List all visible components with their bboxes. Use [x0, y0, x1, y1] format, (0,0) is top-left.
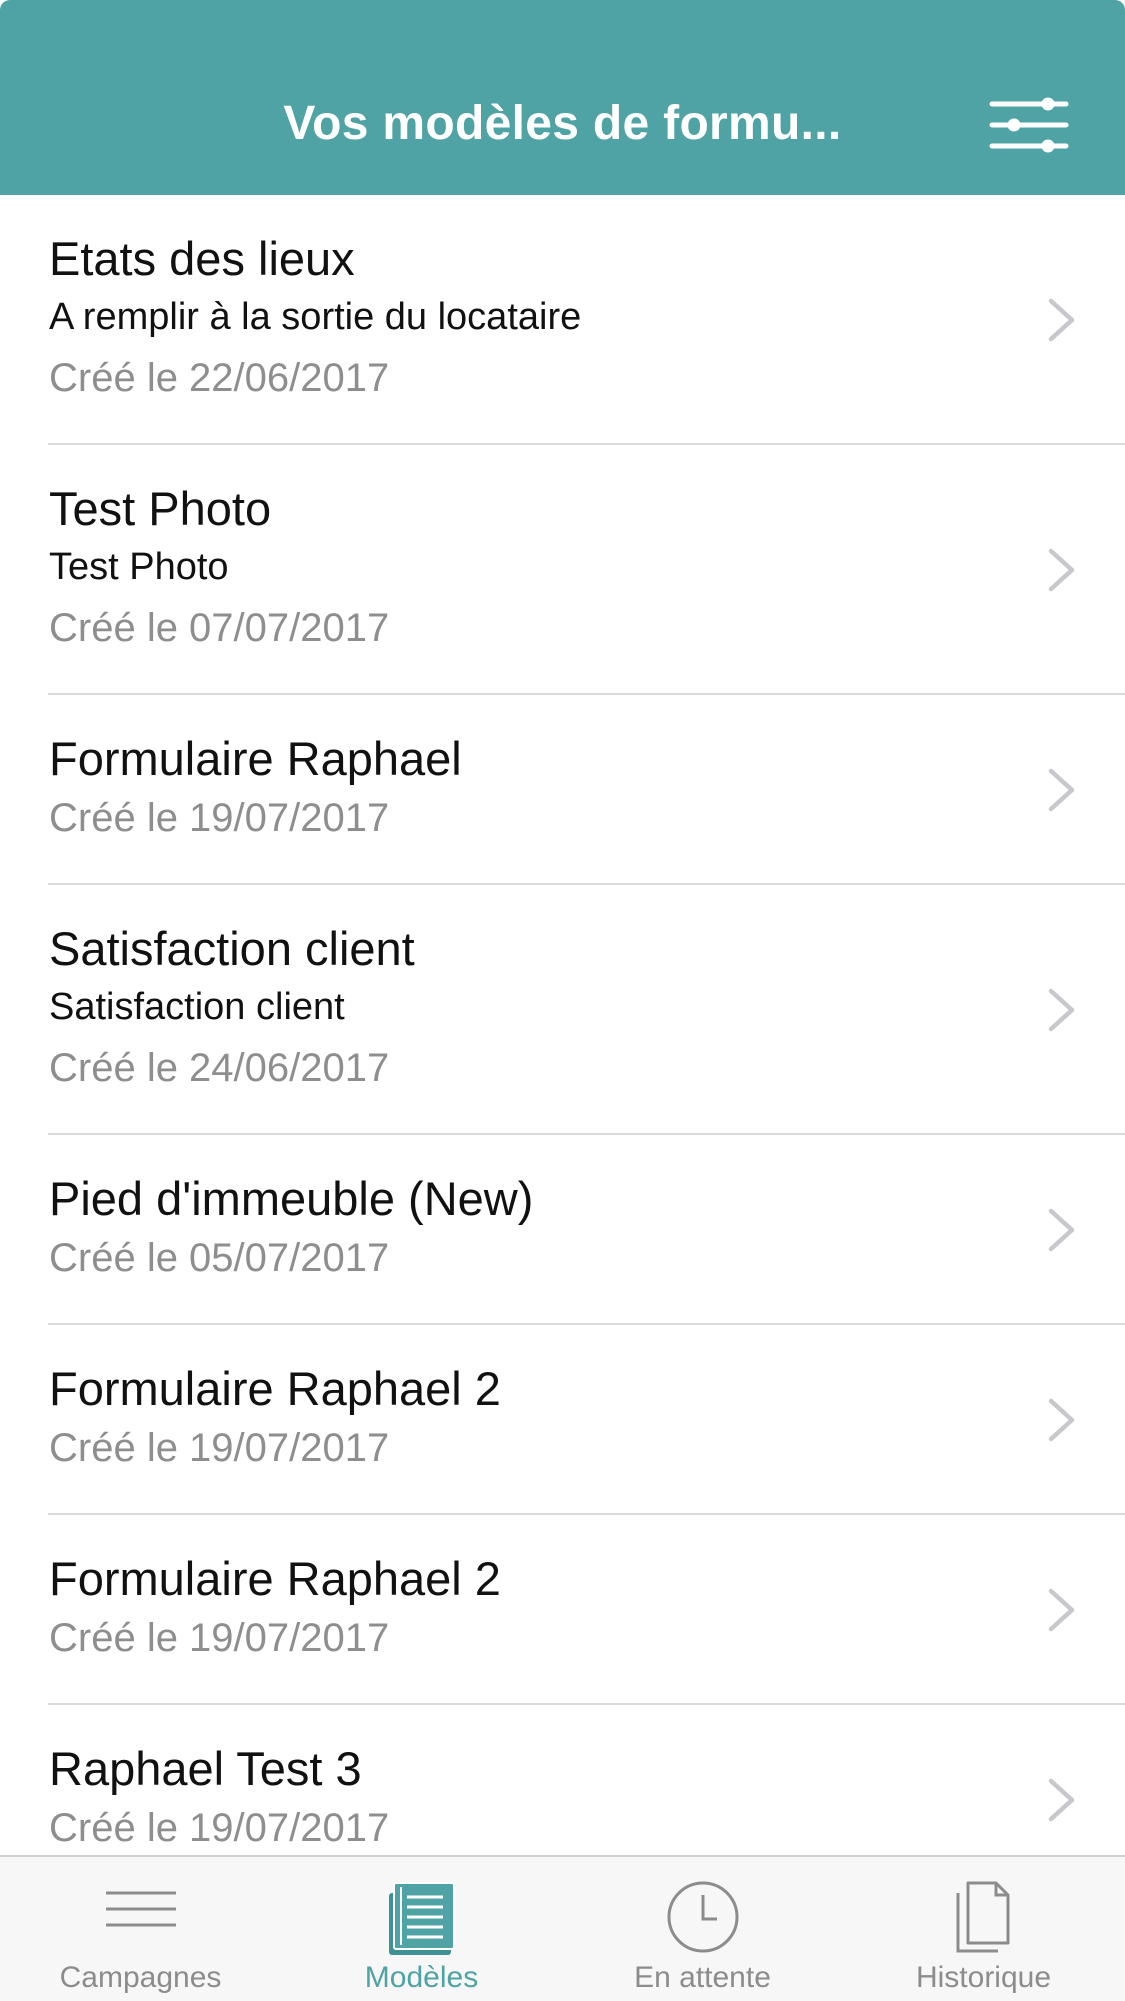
list-item[interactable]: Etats des lieux A remplir à la sortie du… [0, 195, 1125, 445]
form-created-date: Créé le 05/07/2017 [49, 1236, 390, 1280]
form-subtitle: Satisfaction client [49, 986, 345, 1028]
form-subtitle: A remplir à la sortie du locataire [49, 296, 582, 338]
form-created-date: Créé le 19/07/2017 [49, 1426, 390, 1470]
documents-icon [956, 1881, 1009, 1953]
chevron-right-icon [1048, 1778, 1075, 1822]
chevron-right-icon [1048, 988, 1075, 1032]
form-templates-list[interactable]: Etats des lieux A remplir à la sortie du… [0, 195, 1125, 1855]
app-screen: Vos modèles de formu... Etats des lieux … [0, 0, 1125, 2001]
form-title: Etats des lieux [49, 232, 355, 285]
form-title: Formulaire Raphael 2 [49, 1362, 501, 1415]
tab-label: Historique [915, 1961, 1052, 1994]
form-title: Satisfaction client [49, 922, 415, 975]
form-created-date: Créé le 24/06/2017 [49, 1046, 390, 1090]
tab-label: Campagnes [59, 1961, 222, 1994]
form-title: Test Photo [49, 482, 272, 535]
document-list-icon [388, 1882, 455, 1955]
list-item[interactable]: Satisfaction client Satisfaction client … [0, 885, 1125, 1135]
form-created-date: Créé le 19/07/2017 [49, 796, 390, 840]
sliders-icon [989, 97, 1069, 153]
tab-bar: Campagnes Modèles En attente Historique [0, 1855, 1125, 2001]
form-subtitle: Test Photo [49, 546, 229, 588]
clock-icon [667, 1881, 738, 1953]
tab-historique[interactable]: Historique [843, 1857, 1124, 2001]
tab-label: Modèles [364, 1961, 479, 1994]
list-item[interactable]: Formulaire Raphael Créé le 19/07/2017 [0, 695, 1125, 885]
tab-label: En attente [634, 1961, 771, 1994]
page-title: Vos modèles de formu... [283, 97, 842, 150]
chevron-right-icon [1048, 298, 1075, 342]
list-item[interactable]: Formulaire Raphael 2 Créé le 19/07/2017 [0, 1325, 1125, 1515]
tab-en-attente[interactable]: En attente [562, 1857, 843, 2001]
filter-button[interactable] [984, 88, 1074, 162]
nav-header: Vos modèles de formu... [0, 0, 1125, 195]
chevron-right-icon [1048, 1588, 1075, 1632]
tab-modeles[interactable]: Modèles [281, 1857, 562, 2001]
chevron-right-icon [1048, 768, 1075, 812]
chevron-right-icon [1048, 1398, 1075, 1442]
lines-icon [105, 1891, 176, 1927]
form-created-date: Créé le 22/06/2017 [49, 356, 390, 400]
form-title: Raphael Test 3 [49, 1742, 362, 1795]
form-created-date: Créé le 07/07/2017 [49, 606, 390, 650]
form-created-date: Créé le 19/07/2017 [49, 1806, 390, 1850]
chevron-right-icon [1048, 548, 1075, 592]
chevron-right-icon [1048, 1208, 1075, 1252]
form-title: Pied d'immeuble (New) [49, 1172, 534, 1225]
tab-campagnes[interactable]: Campagnes [0, 1857, 281, 2001]
list-item[interactable]: Formulaire Raphael 2 Créé le 19/07/2017 [0, 1515, 1125, 1705]
list-item[interactable]: Raphael Test 3 Créé le 19/07/2017 [0, 1705, 1125, 1855]
form-created-date: Créé le 19/07/2017 [49, 1616, 390, 1660]
list-item[interactable]: Pied d'immeuble (New) Créé le 05/07/2017 [0, 1135, 1125, 1325]
list-item[interactable]: Test Photo Test Photo Créé le 07/07/2017 [0, 445, 1125, 695]
form-title: Formulaire Raphael [49, 732, 462, 785]
form-title: Formulaire Raphael 2 [49, 1552, 501, 1605]
